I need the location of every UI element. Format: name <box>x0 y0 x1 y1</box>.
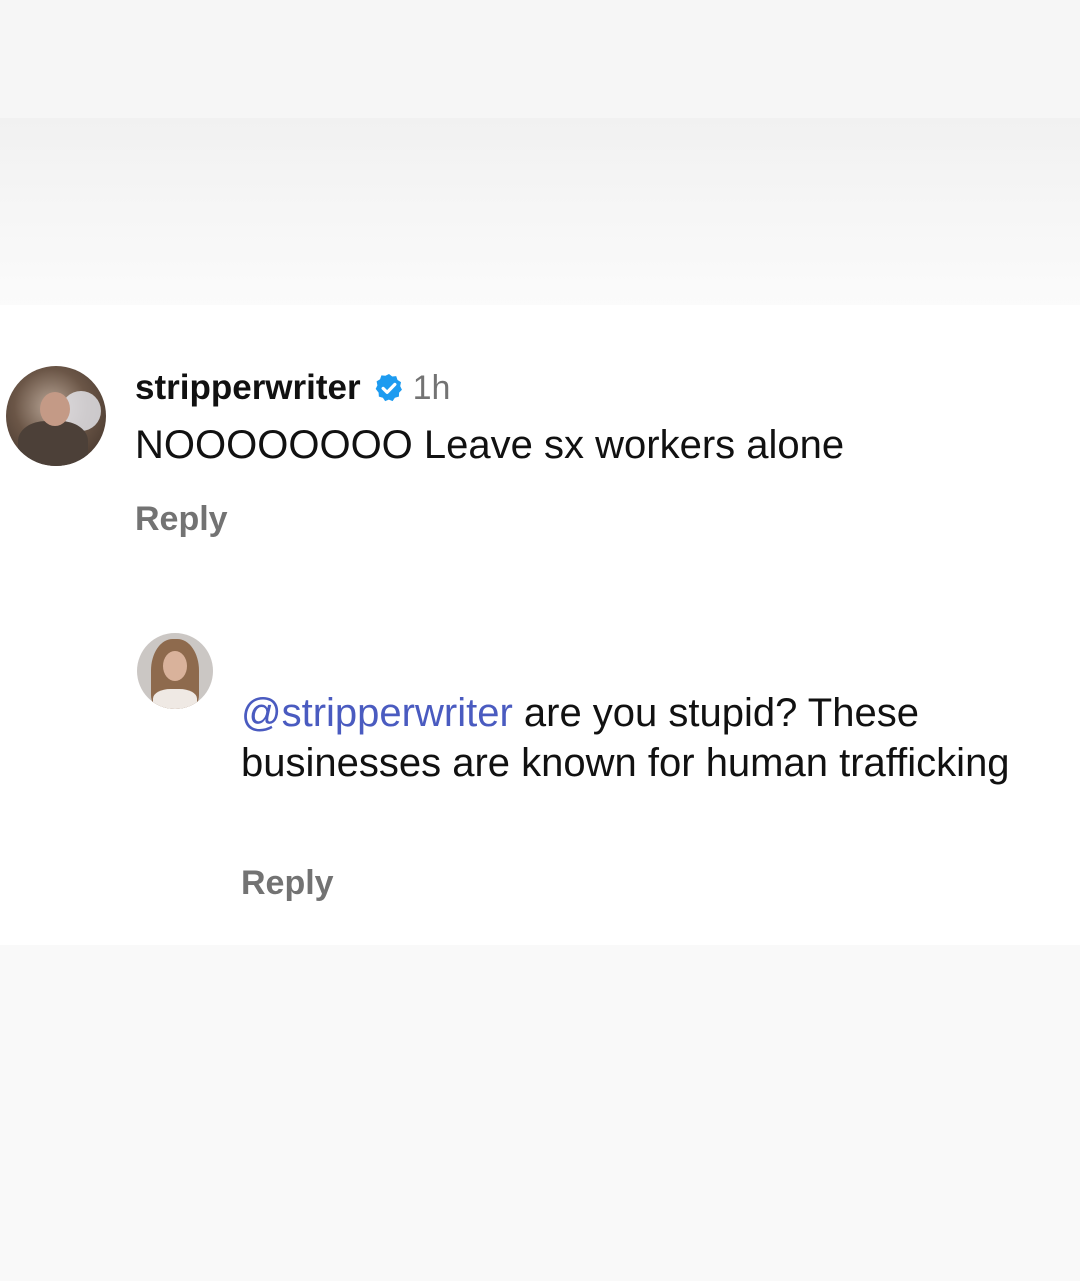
bottom-background <box>0 945 1080 1281</box>
avatar-photo-detail <box>18 421 88 466</box>
avatar[interactable] <box>6 366 106 466</box>
comments-screen: stripperwriter 1h NOOOOOOOO Leave sx wor… <box>0 0 1080 1281</box>
reply-button[interactable]: Reply <box>241 864 334 903</box>
top-background <box>0 0 1080 118</box>
verified-badge-icon <box>373 372 405 404</box>
avatar-photo-detail <box>40 392 70 426</box>
fade-background <box>0 118 1080 308</box>
avatar-photo-detail <box>153 689 197 709</box>
mention-link[interactable]: @stripperwriter <box>241 691 513 735</box>
comment-timestamp: 1h <box>412 368 451 407</box>
comment-username[interactable]: stripperwriter <box>135 368 361 408</box>
comment-header: stripperwriter 1h <box>135 366 450 410</box>
reply-button[interactable]: Reply <box>135 500 228 539</box>
comment-text: NOOOOOOOO Leave sx workers alone <box>135 423 845 467</box>
avatar[interactable] <box>137 633 213 709</box>
reply-comment-text: @stripperwriter are you stupid? These bu… <box>241 688 1041 788</box>
avatar-photo-detail <box>163 651 187 681</box>
